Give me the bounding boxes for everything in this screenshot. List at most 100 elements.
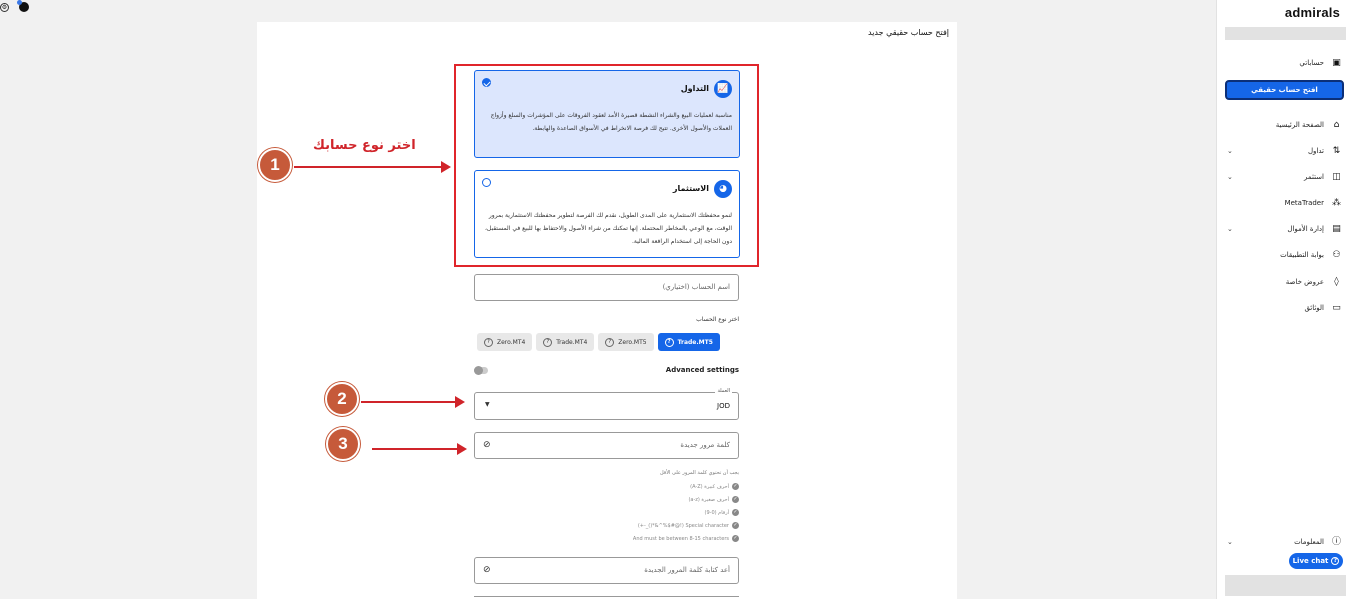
sidebar-item-info[interactable]: ⓘ المعلومات ⌄ bbox=[1227, 533, 1342, 551]
sidebar-item-label: عروض خاصة bbox=[1285, 278, 1324, 286]
eye-off-icon[interactable]: ⊘ bbox=[483, 565, 491, 576]
chevron-down-icon: ⌄ bbox=[1227, 225, 1233, 233]
check-icon: ✓ bbox=[732, 483, 739, 490]
account-type-radio[interactable] bbox=[482, 178, 491, 187]
sidebar-item-label: استثمر bbox=[1304, 173, 1324, 181]
sidebar: admirals ▣ حساباتي افتح حساب حقيقي ⌂ الص… bbox=[1216, 0, 1348, 599]
new-password-placeholder: كلمة مرور جديدة bbox=[680, 441, 730, 449]
password-rules: يجب أن تحتوي كلمة المرور على الأقل ✓ أحرف… bbox=[617, 470, 739, 545]
account-type-radio[interactable] bbox=[482, 78, 491, 87]
sidebar-item-metatrader[interactable]: ⁂ MetaTrader bbox=[1227, 194, 1342, 212]
account-pills: ? Zero.MT4 ? Trade.MT4 ? Zero.MT5 ? Trade.MT… bbox=[477, 333, 720, 351]
pill-label: Zero.MT4 bbox=[497, 338, 526, 346]
live-chat-button[interactable]: Live chat ? bbox=[1289, 553, 1343, 569]
eye-off-icon[interactable]: ⊘ bbox=[483, 440, 491, 451]
annotation-arrow-2 bbox=[361, 396, 465, 408]
wallet-icon: ▣ bbox=[1332, 57, 1341, 68]
trend-chart-icon: 📈 bbox=[714, 80, 732, 98]
annotation-step-2: 2 bbox=[325, 382, 359, 416]
home-icon: ⌂ bbox=[1333, 119, 1340, 130]
info-icon: ⓘ bbox=[1331, 536, 1341, 547]
pill-label: Zero.MT5 bbox=[618, 338, 647, 346]
wallet-icon: ▤ bbox=[1332, 223, 1341, 234]
sidebar-item-invest[interactable]: ◫ استثمر ⌄ bbox=[1227, 168, 1342, 186]
account-type-description: لنمو محفظتك الاستثمارية على المدى الطويل… bbox=[484, 212, 732, 245]
annotation-step-1: 1 bbox=[258, 148, 292, 182]
advanced-settings: Advanced settings bbox=[474, 364, 739, 378]
account-type-title: الاستثمار bbox=[672, 184, 709, 193]
footer-bar bbox=[1225, 575, 1346, 596]
advanced-settings-toggle[interactable] bbox=[474, 366, 488, 375]
repeat-password-input[interactable]: أعد كتابة كلمة المرور الجديدة ⊘ bbox=[474, 557, 739, 584]
sidebar-item-label: MetaTrader bbox=[1284, 199, 1324, 207]
annotation-step-3: 3 bbox=[326, 427, 360, 461]
pill-icon: ? bbox=[664, 337, 674, 347]
apps-icon: ⚇ bbox=[1332, 249, 1341, 260]
sidebar-item-home[interactable]: ⌂ الصفحة الرئيسية bbox=[1227, 116, 1342, 134]
password-rule: ✓ أحرف صغيرة (a-z) bbox=[617, 493, 739, 506]
settings-icon[interactable]: ⚙ bbox=[0, 2, 9, 12]
currency-value: JOD bbox=[717, 402, 730, 410]
logo: admirals bbox=[1284, 5, 1340, 20]
sidebar-item-label: حساباتي bbox=[1299, 59, 1324, 67]
sidebar-item-label: تداول bbox=[1307, 147, 1324, 155]
fire-icon: ◊ bbox=[1334, 276, 1339, 287]
sidebar-item-apps[interactable]: ⚇ بوابة التطبيقات bbox=[1227, 246, 1342, 264]
open-real-account-button[interactable]: افتح حساب حقيقي bbox=[1225, 80, 1344, 100]
theme-icon[interactable] bbox=[17, 0, 29, 12]
chevron-down-icon: ⌄ bbox=[1227, 173, 1233, 181]
candles-icon: ⇅ bbox=[1332, 145, 1341, 156]
rule-text: Special character (!@#$%^&*()_-+) bbox=[637, 522, 729, 529]
pill-icon: ? bbox=[543, 337, 553, 347]
account-info-bar bbox=[1225, 27, 1346, 40]
annotation-step1-text: اختر نوع حسابك bbox=[313, 138, 416, 153]
annotation-arrow-3 bbox=[372, 443, 467, 455]
sidebar-item-label: المعلومات bbox=[1294, 538, 1324, 546]
sidebar-item-documents[interactable]: ▭ الوثائق bbox=[1227, 299, 1342, 317]
password-rule: ✓ And must be between 8-15 characters bbox=[617, 532, 739, 545]
password-rule: ✓ أرقام (0-9) bbox=[617, 506, 739, 519]
pill-label: Trade.MT5 bbox=[677, 338, 713, 346]
sidebar-item-label: الوثائق bbox=[1304, 304, 1324, 312]
rule-text: أحرف صغيرة (a-z) bbox=[688, 496, 729, 503]
pill-icon: ? bbox=[484, 337, 493, 347]
new-password-input[interactable]: كلمة مرور جديدة ⊘ bbox=[474, 432, 739, 459]
metatrader-icon: ⁂ bbox=[1332, 197, 1341, 208]
open-account-card: إفتح حساب حقيقي جديد 📈 التداول مناسبة لع… bbox=[257, 22, 957, 599]
pill-icon: ? bbox=[605, 337, 615, 347]
repeat-password-placeholder: أعد كتابة كلمة المرور الجديدة bbox=[644, 566, 730, 574]
advanced-settings-label: Advanced settings bbox=[665, 366, 739, 374]
sidebar-item-label: الصفحة الرئيسية bbox=[1275, 121, 1324, 129]
currency-label: العملة bbox=[715, 388, 732, 394]
account-name-input[interactable]: اسم الحساب (اختياري) bbox=[474, 274, 739, 301]
check-icon: ✓ bbox=[732, 535, 739, 542]
check-icon: ✓ bbox=[732, 509, 739, 516]
pill-trade-mt4[interactable]: ? Trade.MT4 bbox=[536, 333, 595, 351]
page-title: إفتح حساب حقيقي جديد bbox=[868, 28, 949, 37]
live-chat-label: Live chat bbox=[1292, 557, 1329, 565]
password-rule: ✓ Special character (!@#$%^&*()_-+) bbox=[617, 519, 739, 532]
account-type-invest[interactable]: ◕ الاستثمار لنمو محفظتك الاستثمارية على … bbox=[474, 170, 740, 258]
chevron-down-icon: ⌄ bbox=[1227, 147, 1233, 155]
pill-label: Trade.MT4 bbox=[556, 338, 588, 346]
pill-zero-mt5[interactable]: ? Zero.MT5 bbox=[598, 333, 654, 351]
account-type-title: التداول bbox=[680, 84, 709, 93]
help-icon: ? bbox=[1331, 557, 1340, 565]
password-rules-head: يجب أن تحتوي كلمة المرور على الأقل bbox=[660, 470, 739, 476]
account-name-placeholder: اسم الحساب (اختياري) bbox=[662, 283, 730, 291]
rule-text: أرقام (0-9) bbox=[704, 509, 730, 516]
pill-zero-mt4[interactable]: ? Zero.MT4 bbox=[477, 333, 533, 351]
currency-select[interactable]: العملة JOD ▼ bbox=[474, 388, 739, 420]
annotation-arrow-1 bbox=[294, 161, 451, 173]
sidebar-item-my-accounts[interactable]: ▣ حساباتي bbox=[1227, 54, 1342, 72]
sidebar-item-money-management[interactable]: ▤ إدارة الأموال ⌄ bbox=[1227, 220, 1342, 238]
sidebar-item-label: بوابة التطبيقات bbox=[1280, 251, 1324, 259]
pill-trade-mt5[interactable]: ? Trade.MT5 bbox=[657, 333, 720, 351]
sidebar-item-offers[interactable]: ◊ عروض خاصة bbox=[1227, 273, 1342, 291]
sidebar-item-trade[interactable]: ⇅ تداول ⌄ bbox=[1227, 142, 1342, 160]
rule-text: أحرف كبيرة (A-Z) bbox=[690, 483, 729, 490]
check-icon: ✓ bbox=[732, 496, 739, 503]
account-type-description: مناسبة لعمليات البيع والشراء النشطة قصير… bbox=[490, 112, 732, 132]
account-type-trading[interactable]: 📈 التداول مناسبة لعمليات البيع والشراء ا… bbox=[474, 70, 740, 158]
rule-text: And must be between 8-15 characters bbox=[632, 535, 729, 542]
